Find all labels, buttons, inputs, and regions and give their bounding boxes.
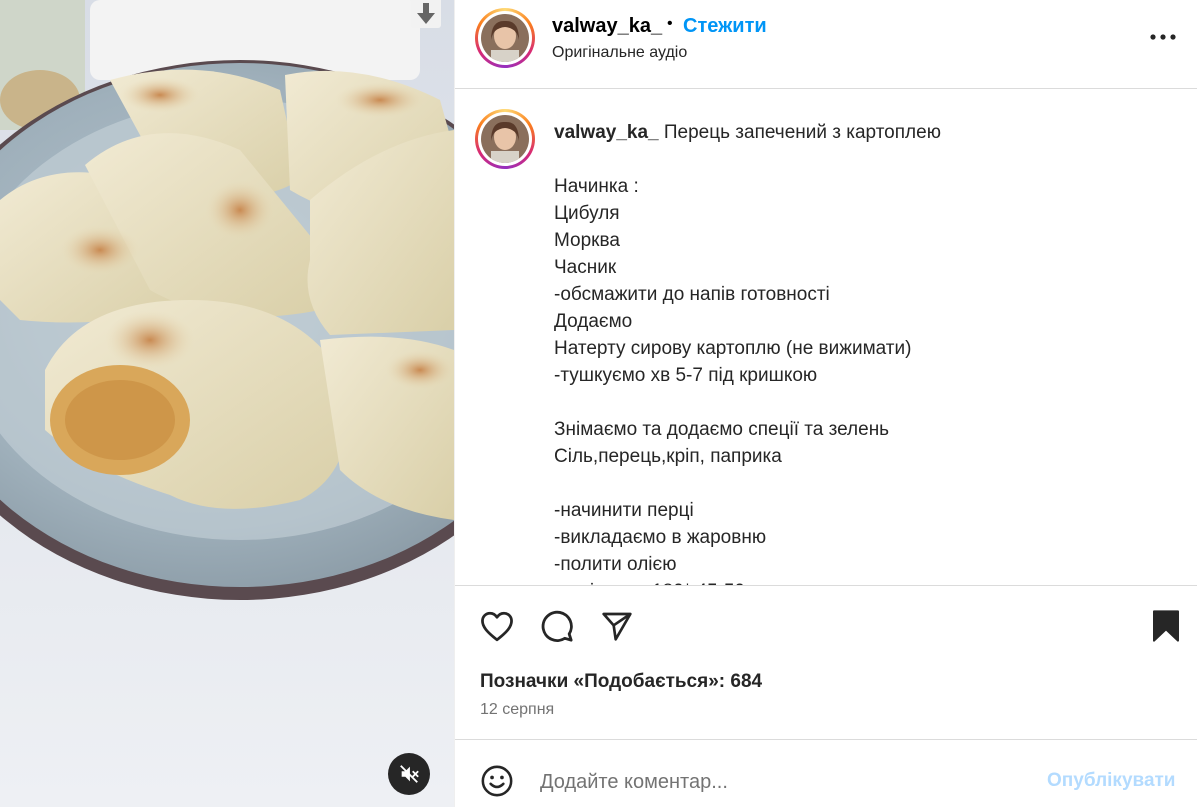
audio-label[interactable]: Оригінальне аудіо [552, 44, 687, 62]
send-paper-plane-icon [602, 612, 632, 641]
emoji-button[interactable] [477, 761, 517, 801]
bookmark-filled-icon [1153, 610, 1179, 642]
post-caption: valway_ka_ Перець запечений з картоплею … [554, 119, 1174, 585]
comment-composer: Опублікувати [455, 741, 1197, 807]
separator-dot: • [667, 15, 673, 32]
profile-photo [481, 115, 529, 163]
avatar[interactable] [475, 8, 535, 68]
post-photo [0, 0, 454, 807]
caption-avatar[interactable] [475, 109, 535, 169]
caption-title: Перець запечений з картоплею [663, 122, 941, 143]
heart-outline-icon [481, 611, 513, 642]
post-actions: Позначки «Подобається»: 684 12 серпня [455, 585, 1197, 740]
download-arrow-icon [417, 3, 435, 24]
likes-count[interactable]: Позначки «Подобається»: 684 [480, 671, 762, 693]
audio-muted-icon [400, 765, 419, 783]
post-media[interactable] [0, 0, 454, 807]
post-author-username[interactable]: valway_ka_ [552, 15, 662, 38]
follow-button[interactable]: Стежити [683, 15, 767, 38]
save-button[interactable] [1146, 606, 1186, 646]
caption-body: Начинка : Цибуля Морква Часник -обсмажит… [554, 176, 912, 585]
like-button[interactable] [477, 606, 517, 646]
post-side-panel: valway_ka_ • Стежити Оригінальне аудіо v [454, 0, 1197, 807]
post-date[interactable]: 12 серпня [480, 701, 554, 719]
profile-photo [481, 14, 529, 62]
download-button[interactable] [411, 0, 441, 28]
more-options-icon [1150, 34, 1176, 40]
comment-input[interactable] [540, 767, 1020, 797]
caption-username[interactable]: valway_ka_ [554, 122, 659, 143]
caption-section: valway_ka_ Перець запечений з картоплею … [455, 90, 1197, 585]
share-button[interactable] [597, 606, 637, 646]
comment-bubble-icon [541, 610, 573, 642]
post-header: valway_ka_ • Стежити Оригінальне аудіо [455, 0, 1197, 89]
mute-toggle-button[interactable] [388, 753, 430, 795]
more-options-button[interactable] [1145, 22, 1181, 52]
emoji-smiley-icon [481, 765, 513, 797]
comment-button[interactable] [537, 606, 577, 646]
publish-comment-button[interactable]: Опублікувати [1047, 770, 1176, 792]
